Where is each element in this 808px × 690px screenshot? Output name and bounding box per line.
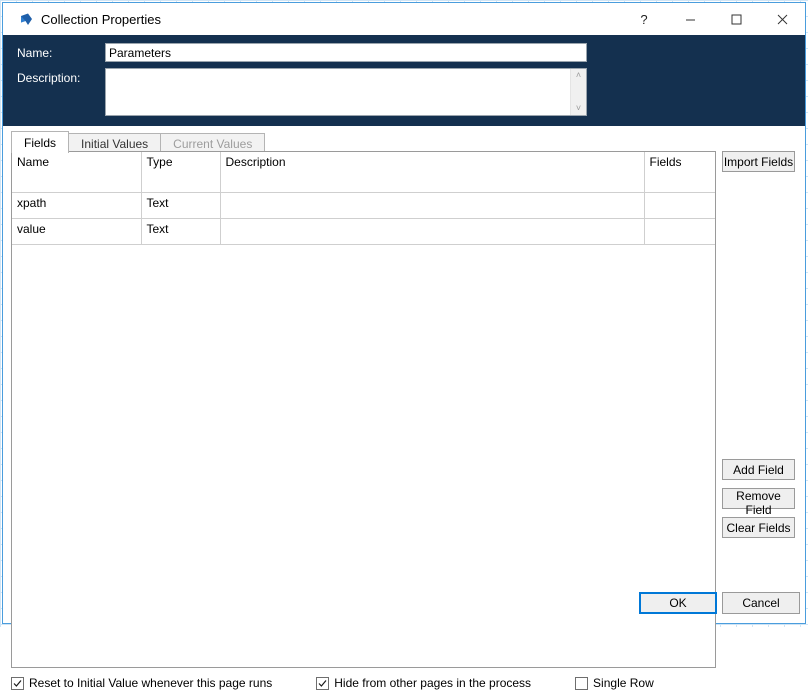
- maximize-button[interactable]: [713, 3, 759, 35]
- help-icon: ?: [640, 11, 648, 27]
- table-header-row: Name Type Description Fields: [12, 152, 715, 172]
- cell-fields[interactable]: [644, 192, 715, 219]
- minimize-button[interactable]: [667, 3, 713, 35]
- cell-name[interactable]: xpath: [12, 192, 142, 219]
- header-spacer-description: [220, 172, 645, 193]
- window-control-buttons: ?: [621, 3, 805, 35]
- checkbox-box[interactable]: [11, 676, 24, 690]
- description-scrollbar[interactable]: ˄ ˅: [570, 69, 586, 115]
- cell-type[interactable]: Text: [141, 218, 221, 245]
- dialog-body: Fields Initial Values Current Values Nam…: [3, 126, 805, 690]
- window-title: Collection Properties: [41, 11, 161, 27]
- ok-button[interactable]: OK: [639, 592, 717, 614]
- scroll-down-icon[interactable]: ˅: [576, 104, 581, 113]
- cancel-button[interactable]: Cancel: [722, 592, 800, 614]
- header-spacer-name: [12, 172, 142, 193]
- name-label: Name:: [17, 46, 53, 60]
- column-header-name[interactable]: Name: [12, 152, 142, 172]
- close-icon: [777, 14, 787, 24]
- options-row: Reset to Initial Value whenever this pag…: [11, 676, 654, 690]
- description-label: Description:: [17, 71, 81, 85]
- checkbox-reset-to-initial-value[interactable]: Reset to Initial Value whenever this pag…: [11, 676, 272, 690]
- fields-table: Name Type Description Fields xpath Text: [12, 152, 715, 245]
- cell-type[interactable]: Text: [141, 192, 221, 219]
- blue-prism-logo-icon: [13, 12, 39, 27]
- checkbox-box[interactable]: [575, 676, 589, 690]
- import-fields-button[interactable]: Import Fields: [722, 151, 795, 172]
- minimize-icon: [685, 19, 695, 20]
- checkbox-single-row[interactable]: Single Row: [575, 676, 654, 690]
- name-field-row: Name:: [17, 43, 805, 62]
- checkbox-box[interactable]: [316, 676, 330, 690]
- column-header-type[interactable]: Type: [141, 152, 221, 172]
- cell-name[interactable]: value: [12, 218, 142, 245]
- maximize-icon: [731, 14, 741, 24]
- table-header-spacer-row: [12, 172, 715, 193]
- collection-properties-dialog: Collection Properties ? Name: Parameters…: [2, 2, 806, 690]
- properties-header-panel: Name: Description: ˄ ˅: [3, 35, 805, 126]
- description-field-row: Description: ˄ ˅: [17, 68, 805, 116]
- check-icon: [13, 679, 22, 687]
- checkbox-label: Hide from other pages in the process: [334, 676, 532, 690]
- column-header-fields[interactable]: Fields: [644, 152, 715, 172]
- table-row[interactable]: value Text: [12, 218, 715, 245]
- checkbox-label: Single Row: [593, 676, 654, 690]
- help-button[interactable]: ?: [621, 3, 667, 35]
- remove-field-button[interactable]: Remove Field: [722, 488, 795, 517]
- cell-description[interactable]: [220, 192, 645, 219]
- table-row[interactable]: xpath Text: [12, 192, 715, 219]
- fields-grid-panel[interactable]: Name Type Description Fields xpath Text: [11, 151, 716, 668]
- checkbox-hide-from-other-pages[interactable]: Hide from other pages in the process: [316, 676, 531, 690]
- tab-current-values[interactable]: Current Values: [160, 133, 266, 153]
- check-icon: [318, 679, 327, 687]
- clear-fields-button[interactable]: Clear Fields: [722, 517, 795, 538]
- checkbox-label: Reset to Initial Value whenever this pag…: [29, 676, 273, 690]
- tab-strip: Fields Initial Values Current Values: [11, 131, 266, 153]
- description-input[interactable]: [106, 69, 570, 115]
- tab-fields[interactable]: Fields: [11, 131, 70, 153]
- name-input[interactable]: [105, 43, 587, 62]
- header-spacer-type: [141, 172, 221, 193]
- title-bar: Collection Properties ?: [3, 3, 805, 35]
- tab-initial-values-label: Initial Values: [81, 136, 149, 151]
- cell-fields[interactable]: [644, 218, 715, 245]
- tab-current-values-label: Current Values: [173, 136, 253, 151]
- scroll-up-icon[interactable]: ˄: [576, 71, 581, 80]
- description-field-wrapper: ˄ ˅: [105, 68, 587, 116]
- close-button[interactable]: [759, 3, 805, 35]
- header-spacer-fields: [644, 172, 715, 193]
- column-header-description[interactable]: Description: [220, 152, 645, 172]
- tab-fields-label: Fields: [24, 135, 57, 150]
- tab-initial-values[interactable]: Initial Values: [68, 133, 162, 153]
- cell-description[interactable]: [220, 218, 645, 245]
- add-field-button[interactable]: Add Field: [722, 459, 795, 480]
